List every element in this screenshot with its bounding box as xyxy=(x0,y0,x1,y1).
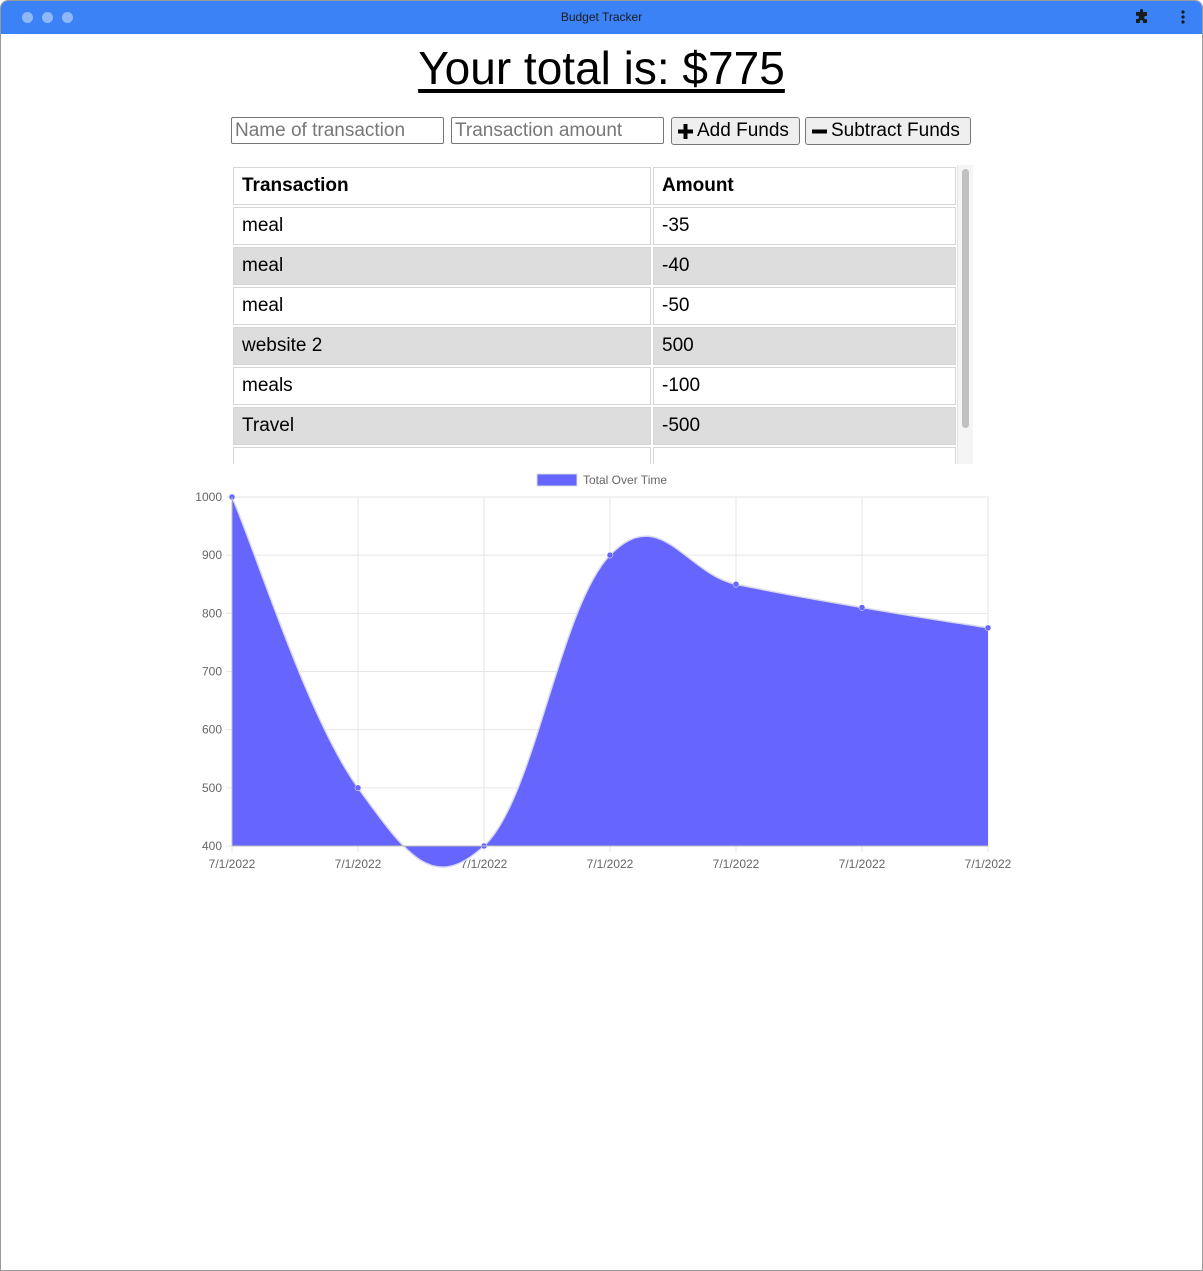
transactions-table-container[interactable]: Transaction Amount meal -35 meal -40 mea… xyxy=(231,165,973,464)
transaction-name-cell: meal xyxy=(233,247,651,285)
title-bar: Budget Tracker xyxy=(1,1,1202,34)
x-tick-label: 7/1/2022 xyxy=(587,857,634,871)
y-tick-label: 400 xyxy=(202,839,222,853)
y-tick-label: 600 xyxy=(202,723,222,737)
transaction-amount-cell: -40 xyxy=(653,247,956,285)
data-point xyxy=(858,604,866,611)
legend-swatch xyxy=(536,473,578,487)
browser-window: Budget Tracker Your total is: $775 Add F… xyxy=(0,0,1203,1271)
table-header-row: Transaction Amount xyxy=(233,167,956,205)
transaction-amount-input[interactable] xyxy=(451,117,664,144)
y-tick-label: 500 xyxy=(202,781,222,795)
transaction-name-input[interactable] xyxy=(231,117,444,144)
y-tick-label: 800 xyxy=(202,606,222,620)
transaction-name-cell: Travel xyxy=(233,407,651,445)
header-amount: Amount xyxy=(653,167,956,205)
transaction-name-cell: meal xyxy=(233,207,651,245)
add-funds-button[interactable]: Add Funds xyxy=(671,117,800,145)
x-tick-label: 7/1/2022 xyxy=(335,857,382,871)
table-scrollbar-thumb[interactable] xyxy=(962,169,969,428)
table-scrollbar[interactable] xyxy=(957,165,973,464)
puzzle-extension-icon[interactable] xyxy=(1134,9,1150,25)
y-tick-label: 900 xyxy=(202,548,222,562)
total-label: Your total is: $ xyxy=(418,42,709,94)
table-row: meal -50 xyxy=(233,287,956,325)
transaction-amount-cell: -500 xyxy=(653,407,956,445)
data-point xyxy=(606,551,614,559)
data-point xyxy=(984,624,992,632)
table-row-partial xyxy=(233,447,956,464)
table-row: website 2 500 xyxy=(233,327,956,365)
x-tick-label: 7/1/2022 xyxy=(965,857,1012,871)
subtract-funds-label: Subtract Funds xyxy=(831,120,960,141)
data-point xyxy=(732,581,740,588)
subtract-funds-button[interactable]: Subtract Funds xyxy=(805,117,971,145)
data-point xyxy=(354,784,362,792)
total-over-time-chart: 400 500 600 700 800 900 1000 7/1/2022 7/1/2022 7/… xyxy=(195,473,1012,871)
table-row: Travel -500 xyxy=(233,407,956,445)
transaction-name-cell: meals xyxy=(233,367,651,405)
y-tick-label: 1000 xyxy=(195,490,222,504)
x-tick-label: 7/1/2022 xyxy=(713,857,760,871)
transaction-amount-cell: -50 xyxy=(653,287,956,325)
transaction-name-cell: meal xyxy=(233,287,651,325)
transaction-amount-cell xyxy=(653,447,956,464)
more-menu-icon[interactable] xyxy=(1177,9,1189,25)
transaction-name-cell: website 2 xyxy=(233,327,651,365)
minus-icon xyxy=(812,129,827,133)
y-tick-label: 700 xyxy=(202,665,222,679)
transactions-table: Transaction Amount meal -35 meal -40 mea… xyxy=(231,165,958,464)
add-funds-label: Add Funds xyxy=(697,120,789,141)
transaction-amount-cell: -100 xyxy=(653,367,956,405)
total-value: 775 xyxy=(708,42,785,94)
transaction-amount-cell: 500 xyxy=(653,327,956,365)
window-title: Budget Tracker xyxy=(560,10,643,24)
legend-label: Total Over Time xyxy=(583,473,667,487)
x-tick-label: 7/1/2022 xyxy=(209,857,256,871)
transaction-name-cell xyxy=(233,447,651,464)
table-row: meals -100 xyxy=(233,367,956,405)
table-row: meal -40 xyxy=(233,247,956,285)
plus-icon xyxy=(678,123,693,139)
total-heading: Your total is: $775 xyxy=(1,41,1202,95)
header-transaction: Transaction xyxy=(233,167,651,205)
transaction-amount-cell: -35 xyxy=(653,207,956,245)
x-tick-label: 7/1/2022 xyxy=(839,857,886,871)
table-row: meal -35 xyxy=(233,207,956,245)
